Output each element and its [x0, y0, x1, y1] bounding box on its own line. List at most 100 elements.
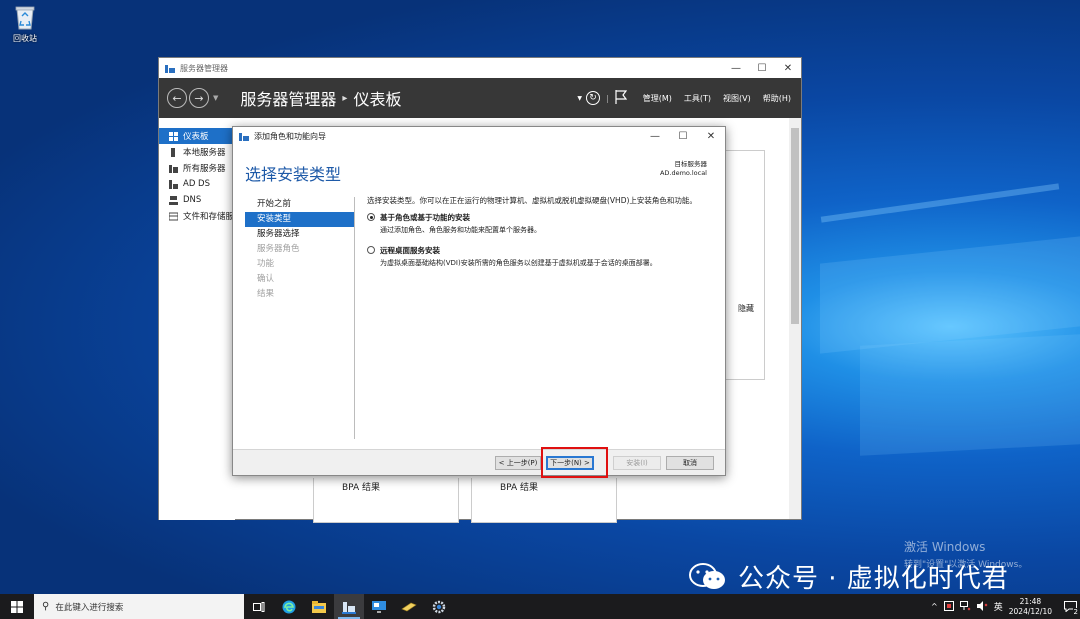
volume-icon[interactable]	[976, 600, 988, 613]
network-icon[interactable]	[959, 600, 971, 613]
breadcrumb-root: 服务器管理器	[240, 90, 337, 109]
option-description: 通过添加角色、角色服务和功能来配置单个服务器。	[380, 226, 541, 234]
ime-indicator[interactable]: 英	[994, 600, 1003, 613]
nav-item-dashboard[interactable]: 仪表板	[159, 128, 235, 144]
vertical-scrollbar[interactable]	[789, 118, 801, 519]
wizard-title: 添加角色和功能向导	[254, 131, 326, 141]
steps-divider	[354, 197, 355, 439]
install-type-description: 选择安装类型。你可以在正在运行的物理计算机、虚拟机或脱机虚拟硬盘(VHD)上安装…	[367, 196, 697, 205]
search-icon: ⚲	[42, 601, 50, 612]
wallpaper-beam	[820, 183, 1060, 223]
clock-date: 2024/12/10	[1008, 606, 1052, 616]
forward-arrow-icon: →	[194, 91, 204, 105]
nav-item-ad-ds[interactable]: AD DS	[159, 176, 235, 192]
wizard-close-button[interactable]: ✕	[697, 127, 725, 145]
option-title: 远程桌面服务安装	[380, 246, 440, 255]
taskbar-clock[interactable]: 21:48 2024/12/10	[1009, 597, 1052, 617]
menu-manage[interactable]: 管理(M)	[643, 93, 672, 104]
ad-ds-icon	[169, 179, 178, 189]
notification-count: 2	[1072, 608, 1079, 616]
settings-taskbar-button[interactable]	[424, 594, 454, 619]
task-view-icon	[253, 601, 265, 612]
menu-tools[interactable]: 工具(T)	[684, 93, 711, 104]
tray-app-icon[interactable]	[943, 600, 954, 613]
action-center-button[interactable]: 2	[1060, 594, 1080, 619]
remote-desktop-radio[interactable]	[367, 246, 375, 254]
server-icon	[169, 147, 178, 157]
option-role-based[interactable]: 基于角色或基于功能的安装 通过添加角色、角色服务和功能来配置单个服务器。	[367, 212, 715, 235]
wizard-maximize-button[interactable]: ☐	[669, 127, 697, 145]
tools-icon	[401, 602, 417, 611]
remote-desktop-taskbar-button[interactable]	[364, 594, 394, 619]
option-title: 基于角色或基于功能的安装	[380, 213, 470, 222]
nav-item-all-servers[interactable]: 所有服务器	[159, 160, 235, 176]
dns-icon	[169, 195, 178, 205]
wechat-icon	[689, 562, 725, 589]
gear-icon	[432, 600, 446, 613]
history-dropdown-icon[interactable]: ▼	[213, 94, 218, 102]
server-manager-taskbar-button[interactable]	[334, 594, 364, 619]
step-installation-type[interactable]: 安装类型	[245, 212, 355, 227]
install-button: 安装(I)	[613, 456, 661, 470]
wallpaper-pane	[860, 334, 1080, 456]
nav-item-file-storage[interactable]: 文件和存储服务	[159, 208, 235, 224]
nav-item-label: 所有服务器	[183, 164, 226, 174]
refresh-icon[interactable]: ↻	[586, 91, 601, 105]
nav-item-label: 仪表板	[183, 132, 209, 142]
header-divider: |	[606, 93, 609, 103]
server-manager-nav: 仪表板 本地服务器 所有服务器 AD DS DNS 文件和存储服务	[159, 118, 235, 520]
step-server-roles: 服务器角色	[257, 244, 300, 254]
target-server-info: 目标服务器 AD.demo.local	[660, 160, 707, 178]
wizard-minimize-button[interactable]: —	[641, 127, 669, 145]
nav-item-label: 文件和存储服务	[183, 212, 235, 222]
taskbar-search-box[interactable]: ⚲ 在此键入进行搜索	[34, 594, 244, 619]
target-server-name: AD.demo.local	[659, 169, 707, 177]
storage-icon	[168, 212, 179, 221]
edge-taskbar-button[interactable]	[274, 594, 304, 619]
hide-link[interactable]: 隐藏	[738, 303, 754, 314]
window-controls: — ☐ ✕	[723, 58, 801, 78]
desktop: 回收站 服务器管理器 — ☐ ✕ ← → ▼ 服务器管理器 ▸ 仪表板 ▼ ↻ …	[0, 0, 1080, 594]
option-remote-desktop[interactable]: 远程桌面服务安装 为虚拟桌面基础结构(VDI)安装所需的角色服务以创建基于虚拟机…	[367, 245, 715, 268]
wizard-footer: < 上一步(P) 下一步(N) > 安装(I) 取消	[233, 449, 725, 475]
windows-logo-icon	[11, 600, 23, 613]
nav-item-dns[interactable]: DNS	[159, 192, 235, 208]
wizard-steps: 开始之前 安装类型 服务器选择 服务器角色 功能 确认 结果	[245, 197, 355, 302]
role-tile: BPA 结果	[313, 478, 459, 523]
back-arrow-icon: ←	[172, 91, 182, 105]
add-roles-wizard: 添加角色和功能向导 — ☐ ✕ 选择安装类型 目标服务器 AD.demo.loc…	[232, 126, 726, 476]
forward-button[interactable]: →	[189, 88, 209, 108]
maximize-button[interactable]: ☐	[749, 58, 775, 78]
notifications-flag-icon[interactable]	[615, 90, 627, 106]
wizard-body: 选择安装类型。你可以在正在运行的物理计算机、虚拟机或脱机虚拟硬盘(VHD)上安装…	[367, 195, 715, 278]
file-explorer-taskbar-button[interactable]	[304, 594, 334, 619]
task-view-button[interactable]	[244, 594, 274, 619]
step-results: 结果	[257, 289, 275, 299]
role-based-radio[interactable]	[367, 213, 375, 221]
menu-help[interactable]: 帮助(H)	[763, 93, 791, 104]
refresh-dropdown-icon[interactable]: ▼	[577, 95, 582, 102]
recycle-bin-icon	[14, 4, 36, 30]
bpa-results-label[interactable]: BPA 结果	[500, 480, 538, 493]
minimize-button[interactable]: —	[723, 58, 749, 78]
menu-view[interactable]: 视图(V)	[723, 93, 751, 104]
previous-button[interactable]: < 上一步(P)	[495, 456, 541, 470]
start-button[interactable]	[0, 594, 34, 619]
bpa-results-label[interactable]: BPA 结果	[342, 480, 380, 493]
step-server-selection[interactable]: 服务器选择	[245, 227, 355, 242]
nav-item-local-server[interactable]: 本地服务器	[159, 144, 235, 160]
tray-chevron-icon[interactable]: ^	[931, 602, 938, 611]
close-button[interactable]: ✕	[775, 58, 801, 78]
back-button[interactable]: ←	[167, 88, 187, 108]
recycle-bin-shortcut[interactable]: 回收站	[8, 4, 42, 44]
scrollbar-thumb[interactable]	[791, 128, 799, 324]
cancel-button[interactable]: 取消	[666, 456, 714, 470]
recycle-bin-label: 回收站	[13, 34, 37, 43]
notepad-taskbar-button[interactable]	[394, 594, 424, 619]
breadcrumb-page: 仪表板	[353, 90, 402, 109]
wizard-heading: 选择安装类型	[245, 165, 342, 184]
option-description: 为虚拟桌面基础结构(VDI)安装所需的角色服务以创建基于虚拟机或基于会话的桌面部…	[380, 259, 657, 267]
server-manager-icon	[342, 601, 356, 614]
step-before-you-begin[interactable]: 开始之前	[245, 197, 355, 212]
role-tile: BPA 结果	[471, 478, 617, 523]
